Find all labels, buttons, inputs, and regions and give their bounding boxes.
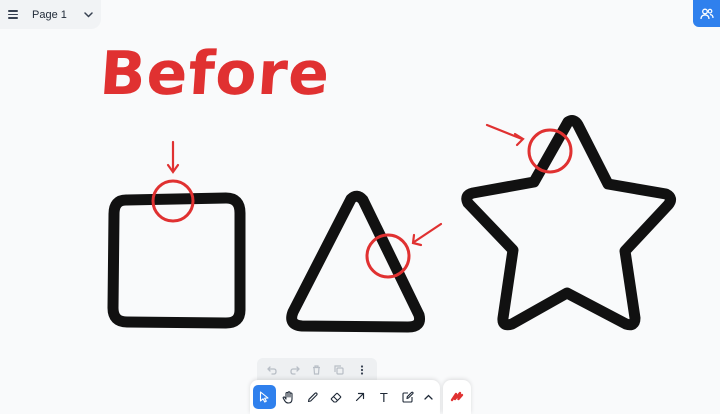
trash-icon[interactable] [306, 360, 328, 380]
history-toolbar [257, 358, 377, 382]
menu-icon[interactable] [8, 10, 18, 19]
tools-toolbar: T [250, 380, 440, 414]
eraser-icon [330, 392, 342, 403]
people-icon [699, 8, 714, 19]
hand-icon [282, 390, 293, 404]
draw-tool[interactable] [301, 385, 324, 409]
hand-tool[interactable] [277, 385, 300, 409]
duplicate-icon[interactable] [328, 360, 350, 380]
arrow-triangle[interactable] [411, 222, 443, 247]
arrow-square[interactable] [166, 140, 180, 174]
arrow-icon [355, 392, 365, 402]
chevron-down-icon[interactable] [83, 10, 93, 20]
select-tool[interactable] [253, 385, 277, 409]
chevron-up-icon [424, 394, 433, 400]
text-tool[interactable]: T [372, 385, 395, 409]
before-heading[interactable]: Before [98, 39, 333, 109]
scribble-icon [450, 391, 464, 402]
text-icon: T [379, 389, 388, 405]
arrow-star[interactable] [485, 123, 525, 147]
redo-icon[interactable] [284, 360, 306, 380]
scribble-tool[interactable] [443, 380, 471, 414]
page-name: Page 1 [32, 8, 67, 21]
note-tool[interactable] [396, 385, 419, 409]
more-tools-button[interactable] [420, 385, 437, 409]
pencil-icon [307, 391, 318, 402]
note-icon [402, 391, 414, 403]
triangle-shape[interactable] [286, 190, 425, 333]
square-shape[interactable] [107, 192, 246, 329]
star-shape[interactable] [461, 115, 677, 331]
eraser-tool[interactable] [325, 385, 348, 409]
page-menu[interactable]: Page 1 [0, 0, 101, 29]
share-button[interactable] [693, 0, 720, 27]
cursor-icon [260, 391, 269, 403]
arrow-tool[interactable] [348, 385, 371, 409]
undo-icon[interactable] [261, 360, 283, 380]
more-icon[interactable] [351, 360, 373, 380]
